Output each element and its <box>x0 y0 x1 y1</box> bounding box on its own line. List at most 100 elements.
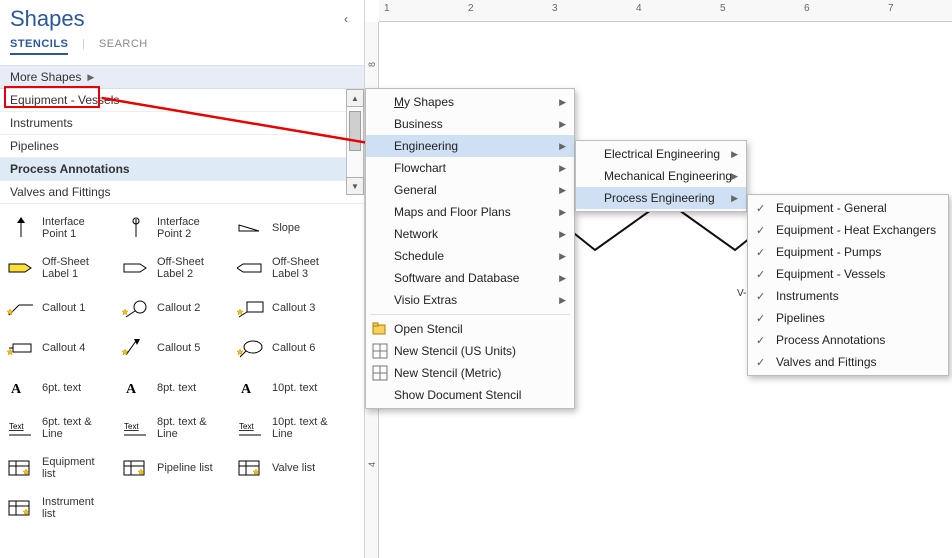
shape-label: 10pt. text & Line <box>272 416 328 440</box>
chevron-right-icon: ▶ <box>559 141 566 152</box>
menu-item[interactable]: ✓Valves and Fittings <box>748 351 948 373</box>
shape-gallery-item[interactable]: Text10pt. text & Line <box>236 412 351 444</box>
menu-item[interactable]: General▶ <box>366 179 574 201</box>
shape-gallery-item[interactable]: Slope <box>236 212 351 244</box>
panel-tabs: STENCILS | SEARCH <box>10 38 354 55</box>
grid-icon <box>372 365 388 381</box>
callout1-icon <box>6 296 36 320</box>
collapse-icon[interactable]: ‹ <box>344 12 354 26</box>
menu-item[interactable]: Engineering▶ <box>366 135 574 157</box>
shape-gallery-item[interactable]: Pipeline list <box>121 452 236 484</box>
shape-gallery-item[interactable]: Off-Sheet Label 1 <box>6 252 121 284</box>
check-icon: ✓ <box>756 290 765 303</box>
menu-item[interactable]: ✓Equipment - Pumps <box>748 241 948 263</box>
scroll-down-icon[interactable]: ▼ <box>346 177 364 195</box>
menu-item-label: Software and Database <box>394 271 519 285</box>
menu-item[interactable]: Open Stencil <box>366 318 574 340</box>
shape-label: Pipeline list <box>157 462 213 474</box>
valvelist-icon <box>236 456 266 480</box>
menu-item[interactable]: Mechanical Engineering▶ <box>576 165 746 187</box>
more-shapes-menu[interactable]: My Shapes▶Business▶Engineering▶Flowchart… <box>365 88 575 409</box>
menu-item[interactable]: ✓Equipment - Heat Exchangers <box>748 219 948 241</box>
shape-label: Slope <box>272 222 300 234</box>
shape-label: 6pt. text & Line <box>42 416 92 440</box>
shape-label: Callout 4 <box>42 342 85 354</box>
shapes-panel: Shapes ‹ STENCILS | SEARCH More Shapes ▶… <box>0 0 365 558</box>
shape-gallery-item[interactable]: Equipment list <box>6 452 121 484</box>
chevron-right-icon: ▶ <box>559 119 566 130</box>
stencil-scrollbar[interactable]: ▲ ▼ <box>346 89 364 195</box>
scroll-track[interactable] <box>346 107 364 177</box>
slope-icon <box>236 216 266 240</box>
shape-gallery-item[interactable]: Off-Sheet Label 2 <box>121 252 236 284</box>
menu-item[interactable]: ✓Equipment - General <box>748 197 948 219</box>
menu-item[interactable]: ✓Pipelines <box>748 307 948 329</box>
shape-gallery-item[interactable]: Callout 5 <box>121 332 236 364</box>
menu-item[interactable]: Visio Extras▶ <box>366 289 574 311</box>
menu-item-label: Electrical Engineering <box>604 147 720 161</box>
shape-gallery-item[interactable]: Text8pt. text & Line <box>121 412 236 444</box>
stencil-item[interactable]: Process Annotations <box>0 158 364 181</box>
menu-item[interactable]: ✓Instruments <box>748 285 948 307</box>
shape-gallery-item[interactable]: Text6pt. text & Line <box>6 412 121 444</box>
shape-gallery-item[interactable]: Callout 2 <box>121 292 236 324</box>
tab-stencils[interactable]: STENCILS <box>10 38 68 55</box>
shape-gallery-item[interactable]: A6pt. text <box>6 372 121 404</box>
process-engineering-submenu[interactable]: ✓Equipment - General✓Equipment - Heat Ex… <box>747 194 949 376</box>
menu-item-label: Equipment - Pumps <box>776 245 881 259</box>
open-icon <box>372 321 388 337</box>
menu-item[interactable]: New Stencil (Metric) <box>366 362 574 384</box>
shape-gallery-item[interactable]: Interface Point 1 <box>6 212 121 244</box>
ruler-tick: 5 <box>720 3 726 14</box>
menu-item[interactable]: Show Document Stencil <box>366 384 574 406</box>
menu-item[interactable]: Schedule▶ <box>366 245 574 267</box>
shape-gallery-item[interactable]: Valve list <box>236 452 351 484</box>
menu-item[interactable]: Maps and Floor Plans▶ <box>366 201 574 223</box>
stencil-item[interactable]: Valves and Fittings <box>0 181 364 204</box>
ruler-tick: 4 <box>636 3 642 14</box>
shape-gallery-item[interactable]: Interface Point 2 <box>121 212 236 244</box>
interface1-icon <box>6 216 36 240</box>
menu-item[interactable]: Electrical Engineering▶ <box>576 143 746 165</box>
offsheet1-icon <box>6 256 36 280</box>
scroll-thumb[interactable] <box>349 111 361 151</box>
menu-item[interactable]: ✓Process Annotations <box>748 329 948 351</box>
stencil-list: Equipment - VesselsInstrumentsPipelinesP… <box>0 89 364 204</box>
shape-label: Off-Sheet Label 3 <box>272 256 319 280</box>
menu-item[interactable]: My Shapes▶ <box>366 91 574 113</box>
tab-search[interactable]: SEARCH <box>99 38 148 50</box>
shape-gallery-item[interactable]: A8pt. text <box>121 372 236 404</box>
shape-gallery-item[interactable]: Instrument list <box>6 492 121 524</box>
stencil-item[interactable]: Pipelines <box>0 135 364 158</box>
chevron-right-icon: ▶ <box>559 251 566 262</box>
shape-label: 8pt. text & Line <box>157 416 207 440</box>
shape-label: Interface Point 1 <box>42 216 85 240</box>
menu-item[interactable]: Business▶ <box>366 113 574 135</box>
shape-gallery-item[interactable]: Callout 4 <box>6 332 121 364</box>
shape-gallery-item[interactable]: Off-Sheet Label 3 <box>236 252 351 284</box>
shape-gallery-item[interactable]: Callout 1 <box>6 292 121 324</box>
tab-separator: | <box>76 38 91 50</box>
menu-item-label: Pipelines <box>776 311 825 325</box>
stencil-item[interactable]: Instruments <box>0 112 364 135</box>
more-shapes-button[interactable]: More Shapes ▶ <box>0 65 364 89</box>
shape-label: Interface Point 2 <box>157 216 200 240</box>
menu-item[interactable]: Process Engineering▶ <box>576 187 746 209</box>
menu-item[interactable]: Flowchart▶ <box>366 157 574 179</box>
check-icon: ✓ <box>756 356 765 369</box>
shape-label: Off-Sheet Label 2 <box>157 256 204 280</box>
scroll-up-icon[interactable]: ▲ <box>346 89 364 107</box>
engineering-submenu[interactable]: Electrical Engineering▶Mechanical Engine… <box>575 140 747 212</box>
shape-gallery-item[interactable]: Callout 6 <box>236 332 351 364</box>
menu-item-label: Open Stencil <box>394 322 463 336</box>
shape-gallery-item[interactable]: A10pt. text <box>236 372 351 404</box>
menu-item[interactable]: Software and Database▶ <box>366 267 574 289</box>
menu-item-label: Maps and Floor Plans <box>394 205 511 219</box>
stencil-item[interactable]: Equipment - Vessels <box>0 89 364 112</box>
menu-item[interactable]: New Stencil (US Units) <box>366 340 574 362</box>
callout2-icon <box>121 296 151 320</box>
callout6-icon <box>236 336 266 360</box>
menu-item[interactable]: ✓Equipment - Vessels <box>748 263 948 285</box>
menu-item[interactable]: Network▶ <box>366 223 574 245</box>
shape-gallery-item[interactable]: Callout 3 <box>236 292 351 324</box>
